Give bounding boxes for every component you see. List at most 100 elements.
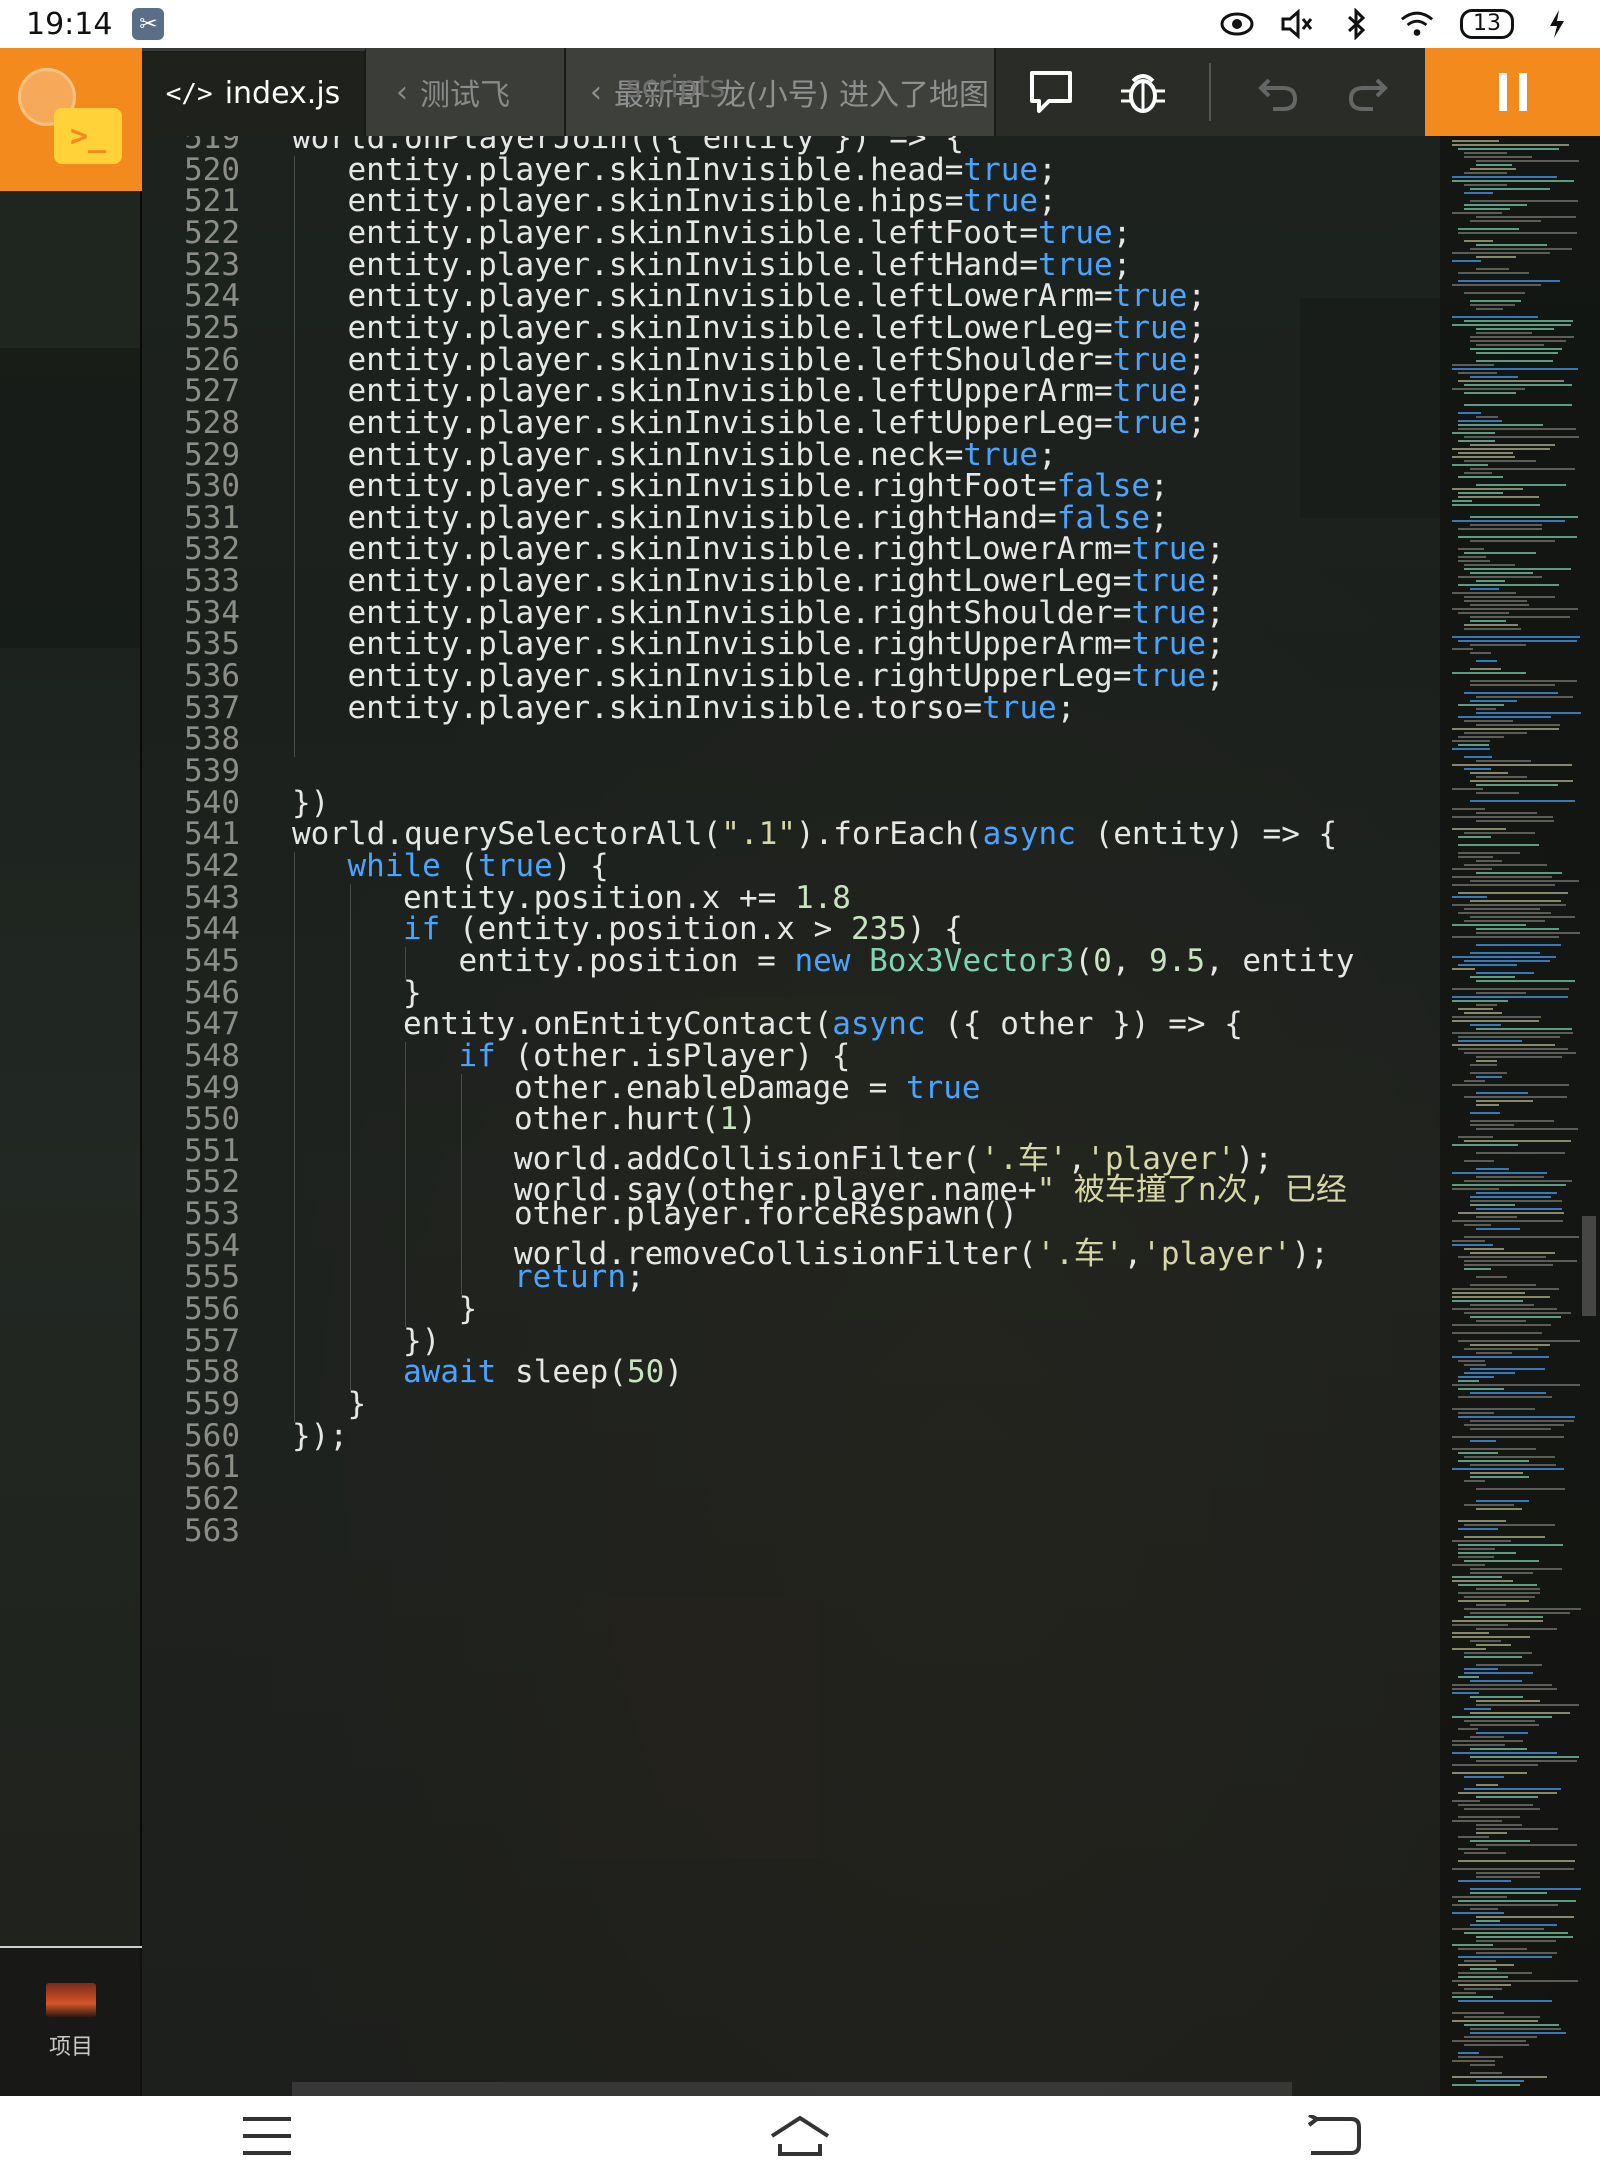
- code-line[interactable]: entity.player.skinInvisible.leftHand=tru…: [348, 247, 1132, 283]
- code-line[interactable]: entity.player.skinInvisible.leftShoulder…: [348, 342, 1207, 378]
- minimap-line: [1452, 1292, 1525, 1294]
- code-line[interactable]: entity.player.skinInvisible.head=true;: [348, 152, 1057, 188]
- minimap-line: [1458, 1728, 1479, 1730]
- code-line[interactable]: entity.player.skinInvisible.rightHand=fa…: [348, 500, 1169, 536]
- minimap-line: [1476, 1916, 1574, 1918]
- minimap-line: [1470, 1840, 1530, 1842]
- code-line[interactable]: entity.player.skinInvisible.neck=true;: [348, 437, 1057, 473]
- minimap-line: [1476, 1828, 1558, 1830]
- code-line[interactable]: while (true) {: [348, 848, 609, 884]
- code-line[interactable]: entity.player.skinInvisible.leftUpperLeg…: [348, 405, 1207, 441]
- minimap-line: [1476, 352, 1559, 354]
- code-line[interactable]: entity.player.skinInvisible.rightShoulde…: [348, 595, 1225, 631]
- comment-button[interactable]: [1025, 66, 1077, 118]
- code-line[interactable]: return;: [514, 1259, 645, 1295]
- minimap-line: [1452, 904, 1567, 906]
- tab-index-js[interactable]: </> index.js: [142, 48, 366, 136]
- code-line[interactable]: if (other.isPlayer) {: [459, 1038, 851, 1074]
- code-line[interactable]: await sleep(50): [403, 1354, 683, 1390]
- minimap-line: [1476, 972, 1535, 974]
- tab-test[interactable]: ‹ 测试飞: [366, 48, 566, 136]
- redo-button[interactable]: [1343, 66, 1395, 118]
- code-line[interactable]: other.enableDamage = true: [514, 1070, 981, 1106]
- code-line[interactable]: entity.player.skinInvisible.rightUpperAr…: [348, 626, 1225, 662]
- code-line[interactable]: }: [403, 975, 422, 1011]
- code-line[interactable]: entity.position = new Box3Vector3(0, 9.5…: [459, 943, 1355, 979]
- minimap-line: [1464, 1248, 1504, 1250]
- minimap-line: [1470, 1572, 1534, 1574]
- minimap-line: [1458, 1360, 1485, 1362]
- minimap-line: [1464, 864, 1547, 866]
- minimap-line: [1470, 1640, 1501, 1642]
- code-line[interactable]: });: [292, 1418, 348, 1454]
- code-line[interactable]: entity.player.skinInvisible.rightUpperLe…: [348, 658, 1225, 694]
- minimap-scrollbar[interactable]: [1582, 1216, 1596, 1316]
- minimap-line: [1452, 1688, 1558, 1690]
- code-line[interactable]: entity.position.x += 1.8: [403, 880, 851, 916]
- code-line[interactable]: entity.player.skinInvisible.rightLowerLe…: [348, 563, 1225, 599]
- minimap-line: [1452, 488, 1523, 490]
- minimap-line: [1470, 1612, 1571, 1614]
- minimap-line: [1476, 1152, 1565, 1154]
- minimap-line: [1470, 800, 1575, 802]
- minimap-line: [1470, 1344, 1551, 1346]
- minimap-line: [1476, 1784, 1499, 1786]
- code-line[interactable]: entity.player.skinInvisible.rightFoot=fa…: [348, 468, 1169, 504]
- project-button[interactable]: 项目: [0, 1946, 142, 2096]
- minimap-line: [1458, 536, 1577, 538]
- minimap-line: [1464, 1536, 1545, 1538]
- undo-button[interactable]: [1251, 66, 1303, 118]
- minimap-line: [1452, 1188, 1499, 1190]
- code-line[interactable]: if (entity.position.x > 235) {: [403, 911, 963, 947]
- minimap-line: [1470, 540, 1556, 542]
- code-line[interactable]: other.player.forceRespawn(): [514, 1196, 1018, 1232]
- line-number: 523: [184, 246, 240, 283]
- minimap-line: [1476, 1664, 1542, 1666]
- minimap-line: [1470, 1736, 1504, 1738]
- minimap-line: [1470, 1924, 1557, 1926]
- minimap-line: [1458, 228, 1519, 230]
- code-area[interactable]: world.onPlayerJoin(({ entity }) => {enti…: [292, 136, 1440, 2096]
- tab-label-secondary: 龙(小号) 进入了地图: [716, 78, 989, 113]
- minimap-line: [1452, 1324, 1551, 1326]
- tab-notification-overlay[interactable]: ‹ 最新哥 龙(小号) 进入了地图 scripts: [566, 48, 996, 136]
- code-line[interactable]: }): [403, 1323, 440, 1359]
- code-line[interactable]: entity.player.skinInvisible.torso=true;: [348, 690, 1076, 726]
- code-minimap[interactable]: [1440, 136, 1600, 2096]
- line-number: 557: [184, 1322, 240, 1359]
- minimap-line: [1452, 260, 1481, 262]
- minimap-line: [1452, 1744, 1506, 1746]
- minimap-line: [1452, 520, 1565, 522]
- debug-button[interactable]: [1117, 66, 1169, 118]
- back-button[interactable]: [1293, 2106, 1373, 2166]
- minimap-line: [1464, 1852, 1506, 1854]
- code-line[interactable]: entity.onEntityContact(async ({ other })…: [403, 1006, 1243, 1042]
- horizontal-scrollbar[interactable]: [292, 2082, 1292, 2096]
- code-line[interactable]: world.querySelectorAll(".1").forEach(asy…: [292, 816, 1337, 852]
- code-editor[interactable]: 519 520 521 522 523 524 525 526 527 528 529 530 531 5…: [142, 136, 1440, 2096]
- code-line[interactable]: }): [292, 785, 329, 821]
- minimap-line: [1458, 1948, 1528, 1950]
- code-line[interactable]: entity.player.skinInvisible.leftFoot=tru…: [348, 215, 1132, 251]
- home-button[interactable]: [760, 2106, 840, 2166]
- code-line[interactable]: other.hurt(1): [514, 1101, 757, 1137]
- line-number: 558: [184, 1354, 240, 1391]
- minimap-line: [1452, 956, 1557, 958]
- menu-button[interactable]: [227, 2106, 307, 2166]
- minimap-line: [1458, 1528, 1498, 1530]
- app-logo[interactable]: >_: [0, 48, 142, 191]
- minimap-line: [1452, 936, 1560, 938]
- code-line[interactable]: }: [348, 1386, 367, 1422]
- code-line[interactable]: entity.player.skinInvisible.hips=true;: [348, 183, 1057, 219]
- pause-button[interactable]: [1425, 48, 1600, 136]
- battery-level: 13: [1460, 9, 1514, 39]
- minimap-line: [1470, 1888, 1582, 1890]
- minimap-line: [1470, 188, 1551, 190]
- code-line[interactable]: entity.player.skinInvisible.leftLowerArm…: [348, 278, 1207, 314]
- line-number: 543: [184, 879, 240, 916]
- code-line[interactable]: }: [459, 1291, 478, 1327]
- code-line[interactable]: entity.player.skinInvisible.rightLowerAr…: [348, 531, 1225, 567]
- code-line[interactable]: entity.player.skinInvisible.leftLowerLeg…: [348, 310, 1207, 346]
- code-line[interactable]: entity.player.skinInvisible.leftUpperArm…: [348, 373, 1207, 409]
- minimap-line: [1458, 716, 1552, 718]
